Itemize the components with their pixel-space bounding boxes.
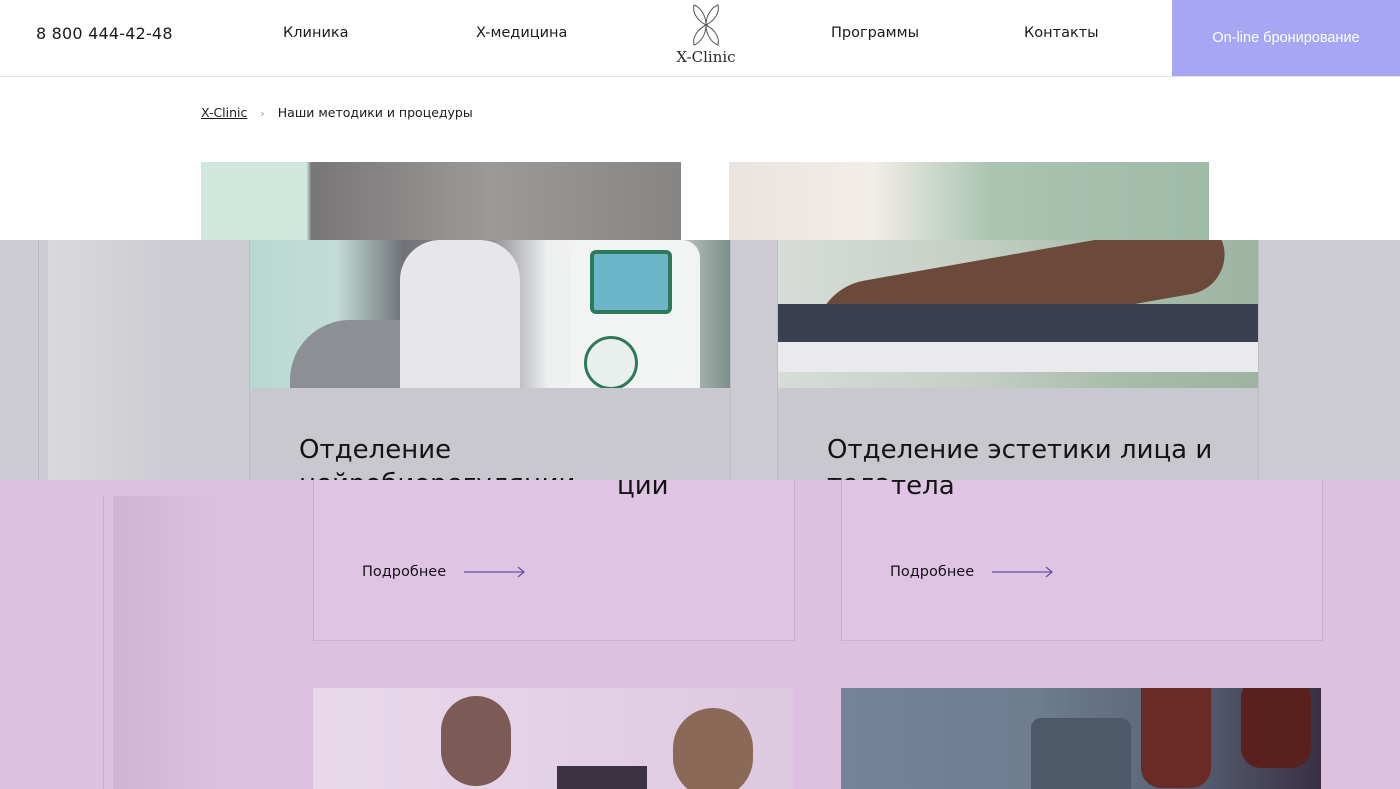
online-booking-button[interactable]: On-line бронирование	[1172, 0, 1400, 76]
card-image-doctors[interactable]	[313, 688, 793, 789]
phone-link[interactable]: 8 800 444-42-48	[36, 24, 173, 43]
arrow-right-icon	[992, 566, 1054, 578]
card-title-tail: ции	[617, 480, 669, 501]
card-photo-neuro-top	[201, 162, 681, 240]
edge-shadow	[48, 240, 168, 496]
site-logo[interactable]: X-Clinic	[668, 3, 744, 69]
site-header: 8 800 444-42-48 Клиника X-медицина X-Cli…	[0, 0, 1400, 77]
more-label: Подробнее	[890, 564, 975, 580]
breadcrumb-home-link[interactable]: X-Clinic	[201, 105, 247, 120]
nav-x-medicine[interactable]: X-медицина	[476, 25, 567, 41]
card-photo-aesthetics-top	[729, 162, 1209, 240]
nav-contacts[interactable]: Контакты	[1024, 25, 1099, 41]
logo-text: X-Clinic	[676, 48, 736, 66]
card-image-microscope[interactable]	[841, 688, 1321, 789]
card-aesthetics-bottom[interactable]: тела Подробнее	[841, 480, 1323, 641]
nav-programs[interactable]: Программы	[831, 25, 919, 41]
butterfly-leaf-icon	[693, 4, 719, 46]
overlay-band-purple: ции Подробнее тела Подробнее	[0, 480, 1400, 789]
card-neurobioregulation-bottom[interactable]: ции Подробнее	[313, 480, 795, 641]
more-link[interactable]: Подробнее	[890, 564, 1054, 580]
card-title-tail: тела	[891, 480, 955, 501]
card-aesthetics[interactable]: Отделение эстетики лица и тела	[777, 240, 1259, 496]
overlay-band-gray: Отделение нейробиорегуляции Отделение эс…	[0, 240, 1400, 496]
edge-shadow	[113, 496, 223, 789]
arrow-right-icon	[464, 566, 526, 578]
breadcrumb-current: Наши методики и процедуры	[277, 105, 473, 120]
card-image-neuro	[250, 240, 730, 388]
more-link[interactable]: Подробнее	[362, 564, 526, 580]
card-image-aesthetics	[778, 240, 1258, 388]
divider	[38, 240, 39, 496]
divider	[103, 496, 104, 789]
nav-clinic[interactable]: Клиника	[283, 25, 349, 41]
chevron-right-icon: ›	[260, 107, 265, 120]
more-label: Подробнее	[362, 564, 447, 580]
breadcrumb: X-Clinic › Наши методики и процедуры	[201, 105, 473, 120]
card-neurobioregulation[interactable]: Отделение нейробиорегуляции	[249, 240, 731, 496]
